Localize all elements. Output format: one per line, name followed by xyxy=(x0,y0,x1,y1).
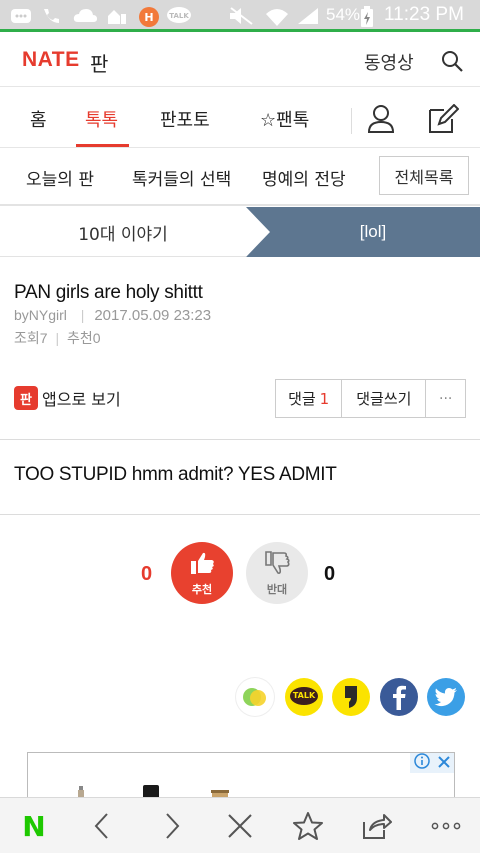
network-icon xyxy=(106,6,128,26)
thumbs-up-icon xyxy=(188,550,216,580)
comments-label: 댓글 xyxy=(288,390,316,408)
post-author[interactable]: byNYgirl xyxy=(14,307,67,323)
share-kakaotalk-icon[interactable]: TALK xyxy=(285,678,323,716)
subnav-tokker-pick[interactable]: 톡커들의 선택 xyxy=(132,165,231,190)
tab-home[interactable]: 홈 xyxy=(30,106,47,132)
write-icon[interactable] xyxy=(427,103,460,138)
downvote-label: 반대 xyxy=(266,582,288,596)
sub-nav: 오늘의 판 톡커들의 선택 명예의 전당 전체목록 xyxy=(0,148,480,206)
tab-panphoto[interactable]: 판포토 xyxy=(160,106,210,132)
subnav-hall-of-fame[interactable]: 명예의 전당 xyxy=(262,165,346,190)
thumbs-down-icon xyxy=(263,550,291,580)
tab-toktok[interactable]: 톡톡 xyxy=(85,106,118,132)
full-list-button[interactable]: 전체목록 xyxy=(379,156,469,195)
divider xyxy=(0,514,480,515)
breadcrumb-current: [lol] xyxy=(359,222,387,241)
wifi-icon xyxy=(264,6,290,26)
section-title[interactable]: 판 xyxy=(90,48,108,77)
share-twitter-icon[interactable] xyxy=(427,678,465,716)
breadcrumb-category[interactable]: 10대 이야기 xyxy=(0,207,246,257)
back-arrow-icon[interactable] xyxy=(86,810,118,842)
downvote-button[interactable]: 반대 xyxy=(246,542,308,604)
meta-separator: | xyxy=(80,307,85,323)
mute-icon xyxy=(228,6,256,26)
battery-charging-icon xyxy=(360,6,374,27)
battery-percent: 54% xyxy=(326,5,361,24)
more-menu-icon[interactable] xyxy=(430,810,462,842)
signal-icon xyxy=(296,6,320,26)
advertisement-banner[interactable] xyxy=(27,752,455,802)
post-title: PAN girls are holy shittt xyxy=(14,282,203,303)
naver-home-logo[interactable]: N xyxy=(18,810,50,843)
svg-text:TALK: TALK xyxy=(169,12,189,20)
top-header: NATE 판 동영상 xyxy=(0,35,480,87)
more-options-button[interactable]: ··· xyxy=(426,380,465,417)
upvote-count: 0 xyxy=(141,563,153,585)
comments-button[interactable]: 댓글 1 xyxy=(276,380,343,417)
subnav-today[interactable]: 오늘의 판 xyxy=(26,165,94,190)
views-label: 조회 xyxy=(14,330,40,346)
app-view-link[interactable]: 판 앱으로 보기 xyxy=(14,386,121,410)
share-kakaostory-icon[interactable] xyxy=(236,678,274,716)
category-breadcrumb: 10대 이야기 [lol] xyxy=(0,207,480,257)
user-icon[interactable] xyxy=(367,104,395,138)
tab-fantok[interactable]: ☆팬톡 xyxy=(260,106,309,132)
chat-bubble-icon xyxy=(10,6,32,26)
tab-divider xyxy=(351,108,352,134)
search-icon[interactable] xyxy=(440,49,464,73)
comment-actions: 댓글 1 댓글쓰기 ··· xyxy=(275,379,466,418)
browser-toolbar: N xyxy=(0,797,480,853)
app-notification-icon: H xyxy=(138,6,160,27)
views-count: 7 xyxy=(39,330,48,346)
nate-logo[interactable]: NATE xyxy=(22,48,80,72)
app-view-label: 앱으로 보기 xyxy=(42,390,121,409)
forward-arrow-icon[interactable] xyxy=(156,810,188,842)
post-meta-line: byNYgirl | 2017.05.09 23:23 xyxy=(14,307,211,324)
post-date: 2017.05.09 23:23 xyxy=(94,307,212,324)
share-kakaopage-icon[interactable] xyxy=(332,678,370,716)
downvote-count: 0 xyxy=(324,563,336,585)
clock-time: 11:23 PM xyxy=(384,4,464,25)
recommend-label: 추천 xyxy=(66,330,93,346)
status-bar: H TALK 54% 11:23 PM xyxy=(0,0,480,32)
video-link[interactable]: 동영상 xyxy=(364,49,414,75)
missed-call-icon xyxy=(40,6,62,26)
comments-count: 1 xyxy=(319,389,330,408)
post-stats-line: 조회7 | 추천0 xyxy=(14,328,101,348)
ad-close-icon[interactable] xyxy=(437,754,451,773)
bookmark-star-icon[interactable] xyxy=(292,810,324,842)
kakaotalk-label: TALK xyxy=(292,691,316,700)
breadcrumb-post-tag: [lol] xyxy=(246,207,480,257)
upvote-button[interactable]: 추천 xyxy=(171,542,233,604)
pan-app-icon: 판 xyxy=(14,386,38,410)
active-tab-indicator xyxy=(76,144,129,147)
write-comment-button[interactable]: 댓글쓰기 xyxy=(342,380,427,417)
ad-choices-badge[interactable] xyxy=(410,753,454,773)
svg-text:H: H xyxy=(144,11,153,24)
main-tabs: 홈 톡톡 판포토 ☆팬톡 xyxy=(0,88,480,148)
share-icon[interactable] xyxy=(360,810,392,842)
close-tab-icon[interactable] xyxy=(224,810,256,842)
meta-separator: | xyxy=(55,330,60,346)
divider xyxy=(0,439,480,440)
post-body: TOO STUPID hmm admit? YES ADMIT xyxy=(14,464,337,485)
recommend-count: 0 xyxy=(92,330,101,346)
upvote-label: 추천 xyxy=(191,582,213,596)
kakaotalk-notify-icon: TALK xyxy=(166,6,192,26)
ad-info-icon[interactable] xyxy=(413,753,430,773)
cloud-icon xyxy=(72,6,98,26)
share-facebook-icon[interactable] xyxy=(380,678,418,716)
